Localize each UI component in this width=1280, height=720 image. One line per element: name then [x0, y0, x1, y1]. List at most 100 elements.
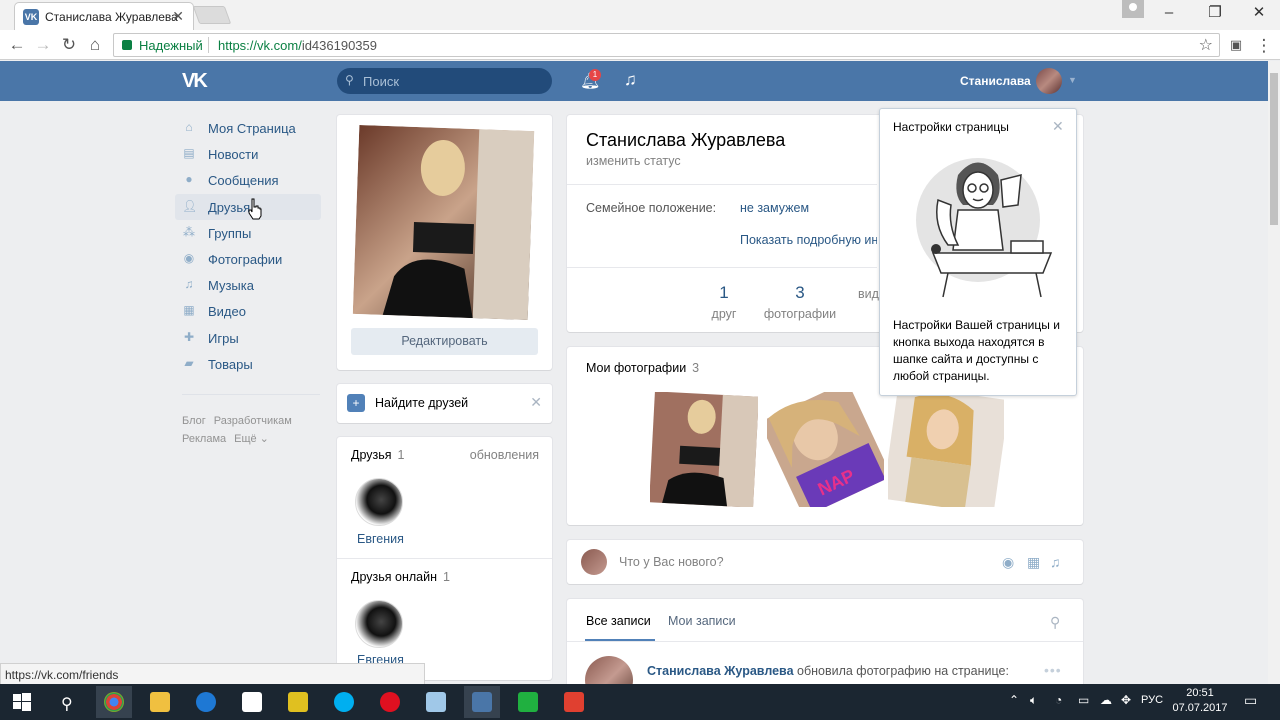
- profile-icon[interactable]: [1122, 0, 1144, 18]
- dropbox-icon[interactable]: ✥: [1121, 693, 1131, 707]
- chevron-down-icon[interactable]: ▼: [1068, 75, 1077, 85]
- sidebar-footer: Блог Разработчикам Реклама Ещё ⌄: [182, 412, 300, 448]
- taskbar-opera[interactable]: [372, 686, 408, 718]
- bookmark-star-icon[interactable]: ☆: [1199, 35, 1213, 55]
- show-details-link[interactable]: Показать подробную информацию: [740, 233, 877, 247]
- photo-thumbnail[interactable]: [888, 392, 1004, 507]
- header-avatar[interactable]: [1036, 68, 1062, 94]
- notification-badge: 1: [589, 69, 601, 81]
- taskbar-file-explorer[interactable]: [142, 686, 178, 718]
- ads-link[interactable]: Реклама: [182, 433, 226, 445]
- taskbar-calculator[interactable]: [234, 686, 270, 718]
- taskbar-skype[interactable]: [326, 686, 362, 718]
- search-icon[interactable]: ⚲: [50, 686, 86, 718]
- browser-tab[interactable]: VK Станислава Журавлева ✕: [14, 2, 194, 30]
- shop-icon: ▰: [184, 356, 194, 370]
- marital-status-value[interactable]: не замужем: [740, 201, 809, 215]
- friends-updates-link[interactable]: обновления: [470, 448, 539, 462]
- sidebar-item-photos[interactable]: ◉ Фотографии: [175, 246, 321, 272]
- change-status-link[interactable]: изменить статус: [586, 154, 681, 168]
- friend-avatar[interactable]: [355, 478, 403, 526]
- new-tab-button[interactable]: [192, 6, 232, 24]
- close-window-icon[interactable]: ✕: [1244, 2, 1274, 24]
- sidebar-item-my-page[interactable]: ⌂ Моя Страница: [175, 115, 321, 141]
- language-indicator[interactable]: РУС: [1141, 694, 1163, 706]
- divider: [567, 267, 877, 268]
- cloud-icon[interactable]: ☁: [1100, 693, 1112, 707]
- home-icon[interactable]: ⌂: [85, 35, 105, 55]
- extension-icon[interactable]: ▣: [1226, 37, 1246, 53]
- sidebar-item-groups[interactable]: ⁂ Группы: [175, 220, 321, 246]
- taskbar-app-icon[interactable]: [418, 686, 454, 718]
- stat-videos[interactable]: видео: [858, 283, 879, 301]
- video-icon[interactable]: ▦: [1027, 554, 1040, 571]
- close-tab-icon[interactable]: ✕: [172, 8, 184, 25]
- camera-icon[interactable]: ◉: [1002, 554, 1014, 571]
- online-friend-avatar[interactable]: [355, 600, 403, 648]
- taskbar-edge[interactable]: [188, 686, 224, 718]
- vk-logo[interactable]: VK: [182, 70, 214, 92]
- scrollbar-thumb[interactable]: [1270, 73, 1278, 225]
- more-options-icon[interactable]: •••: [1044, 662, 1062, 678]
- stat-photos[interactable]: 3 фотографии: [762, 283, 838, 321]
- tray-chevron-icon[interactable]: ⌃: [1009, 693, 1019, 707]
- taskbar-app-icon[interactable]: [510, 686, 546, 718]
- header-user-name[interactable]: Станислава: [960, 74, 1031, 88]
- photo-thumbnail[interactable]: NAP: [767, 392, 884, 507]
- friends-title[interactable]: Друзья 1: [351, 448, 405, 462]
- profile-photo[interactable]: [352, 125, 535, 320]
- music-icon[interactable]: ♫: [1050, 554, 1061, 570]
- search-icon[interactable]: ⚲: [1050, 614, 1060, 631]
- sidebar-item-games[interactable]: ✚ Игры: [175, 325, 321, 351]
- restore-icon[interactable]: ❐: [1200, 2, 1230, 24]
- sidebar-item-messages[interactable]: ● Сообщения: [175, 167, 321, 193]
- sidebar-item-goods[interactable]: ▰ Товары: [175, 351, 321, 377]
- start-button[interactable]: [4, 686, 40, 718]
- close-icon[interactable]: ✕: [530, 394, 542, 411]
- tab-title: Станислава Журавлева: [45, 10, 178, 24]
- minimize-icon[interactable]: –: [1154, 2, 1184, 24]
- taskbar-app-icon[interactable]: [280, 686, 316, 718]
- messages-icon: ●: [185, 172, 193, 186]
- reload-icon[interactable]: ↻: [59, 35, 79, 55]
- sidebar-item-label: Музыка: [208, 278, 254, 293]
- more-link[interactable]: Ещё ⌄: [234, 433, 269, 445]
- photo-thumbnail[interactable]: [650, 392, 758, 507]
- tab-my-posts[interactable]: Мои записи: [668, 614, 736, 628]
- taskbar-vk[interactable]: [464, 686, 500, 718]
- blog-link[interactable]: Блог: [182, 415, 206, 427]
- forward-icon[interactable]: →: [33, 35, 53, 55]
- address-bar[interactable]: Надежный https://vk.com/id436190359 ☆: [113, 33, 1220, 57]
- camera-icon: ◉: [183, 251, 195, 265]
- sidebar-item-label: Товары: [208, 357, 253, 372]
- notification-center-icon[interactable]: ▭: [1244, 692, 1257, 709]
- taskbar-app-icon[interactable]: [556, 686, 592, 718]
- tab-all-posts[interactable]: Все записи: [586, 614, 651, 628]
- battery-icon[interactable]: ▭: [1078, 693, 1089, 707]
- sidebar-item-music[interactable]: ♫ Музыка: [175, 272, 321, 298]
- my-photos-title[interactable]: Мои фотографии 3: [586, 361, 699, 375]
- popup-text: Настройки Вашей страницы и кнопка выхода…: [893, 318, 1060, 383]
- taskbar-chrome[interactable]: [96, 686, 132, 718]
- online-friends-title[interactable]: Друзья онлайн 1: [351, 570, 450, 584]
- post-author-link[interactable]: Станислава Журавлева: [647, 664, 794, 678]
- sidebar-item-news[interactable]: ▤ Новости: [175, 141, 321, 167]
- back-icon[interactable]: ←: [7, 35, 27, 55]
- search-input[interactable]: ⚲ Поиск: [337, 68, 552, 94]
- music-icon[interactable]: ♫: [624, 70, 637, 90]
- network-icon[interactable]: ◔: [1055, 693, 1062, 707]
- find-friends-card[interactable]: + Найдите друзей ✕: [337, 384, 552, 423]
- new-post-input[interactable]: Что у Вас нового?: [619, 555, 724, 569]
- friend-name[interactable]: Евгения: [357, 532, 404, 546]
- sidebar-item-label: Группы: [208, 226, 252, 241]
- developers-link[interactable]: Разработчикам: [214, 415, 292, 427]
- menu-icon[interactable]: ⋮: [1254, 36, 1274, 56]
- taskbar-clock[interactable]: 20:51 07.07.2017: [1172, 686, 1228, 716]
- stat-friends[interactable]: 1 друг: [700, 283, 748, 321]
- close-icon[interactable]: ✕: [1052, 118, 1064, 135]
- volume-icon[interactable]: 🔈︎: [1030, 693, 1037, 708]
- sidebar-item-video[interactable]: ▦ Видео: [175, 298, 321, 324]
- sidebar-item-label: Игры: [208, 331, 239, 346]
- edit-profile-button[interactable]: Редактировать: [351, 328, 538, 355]
- sidebar-item-label: Сообщения: [208, 173, 279, 188]
